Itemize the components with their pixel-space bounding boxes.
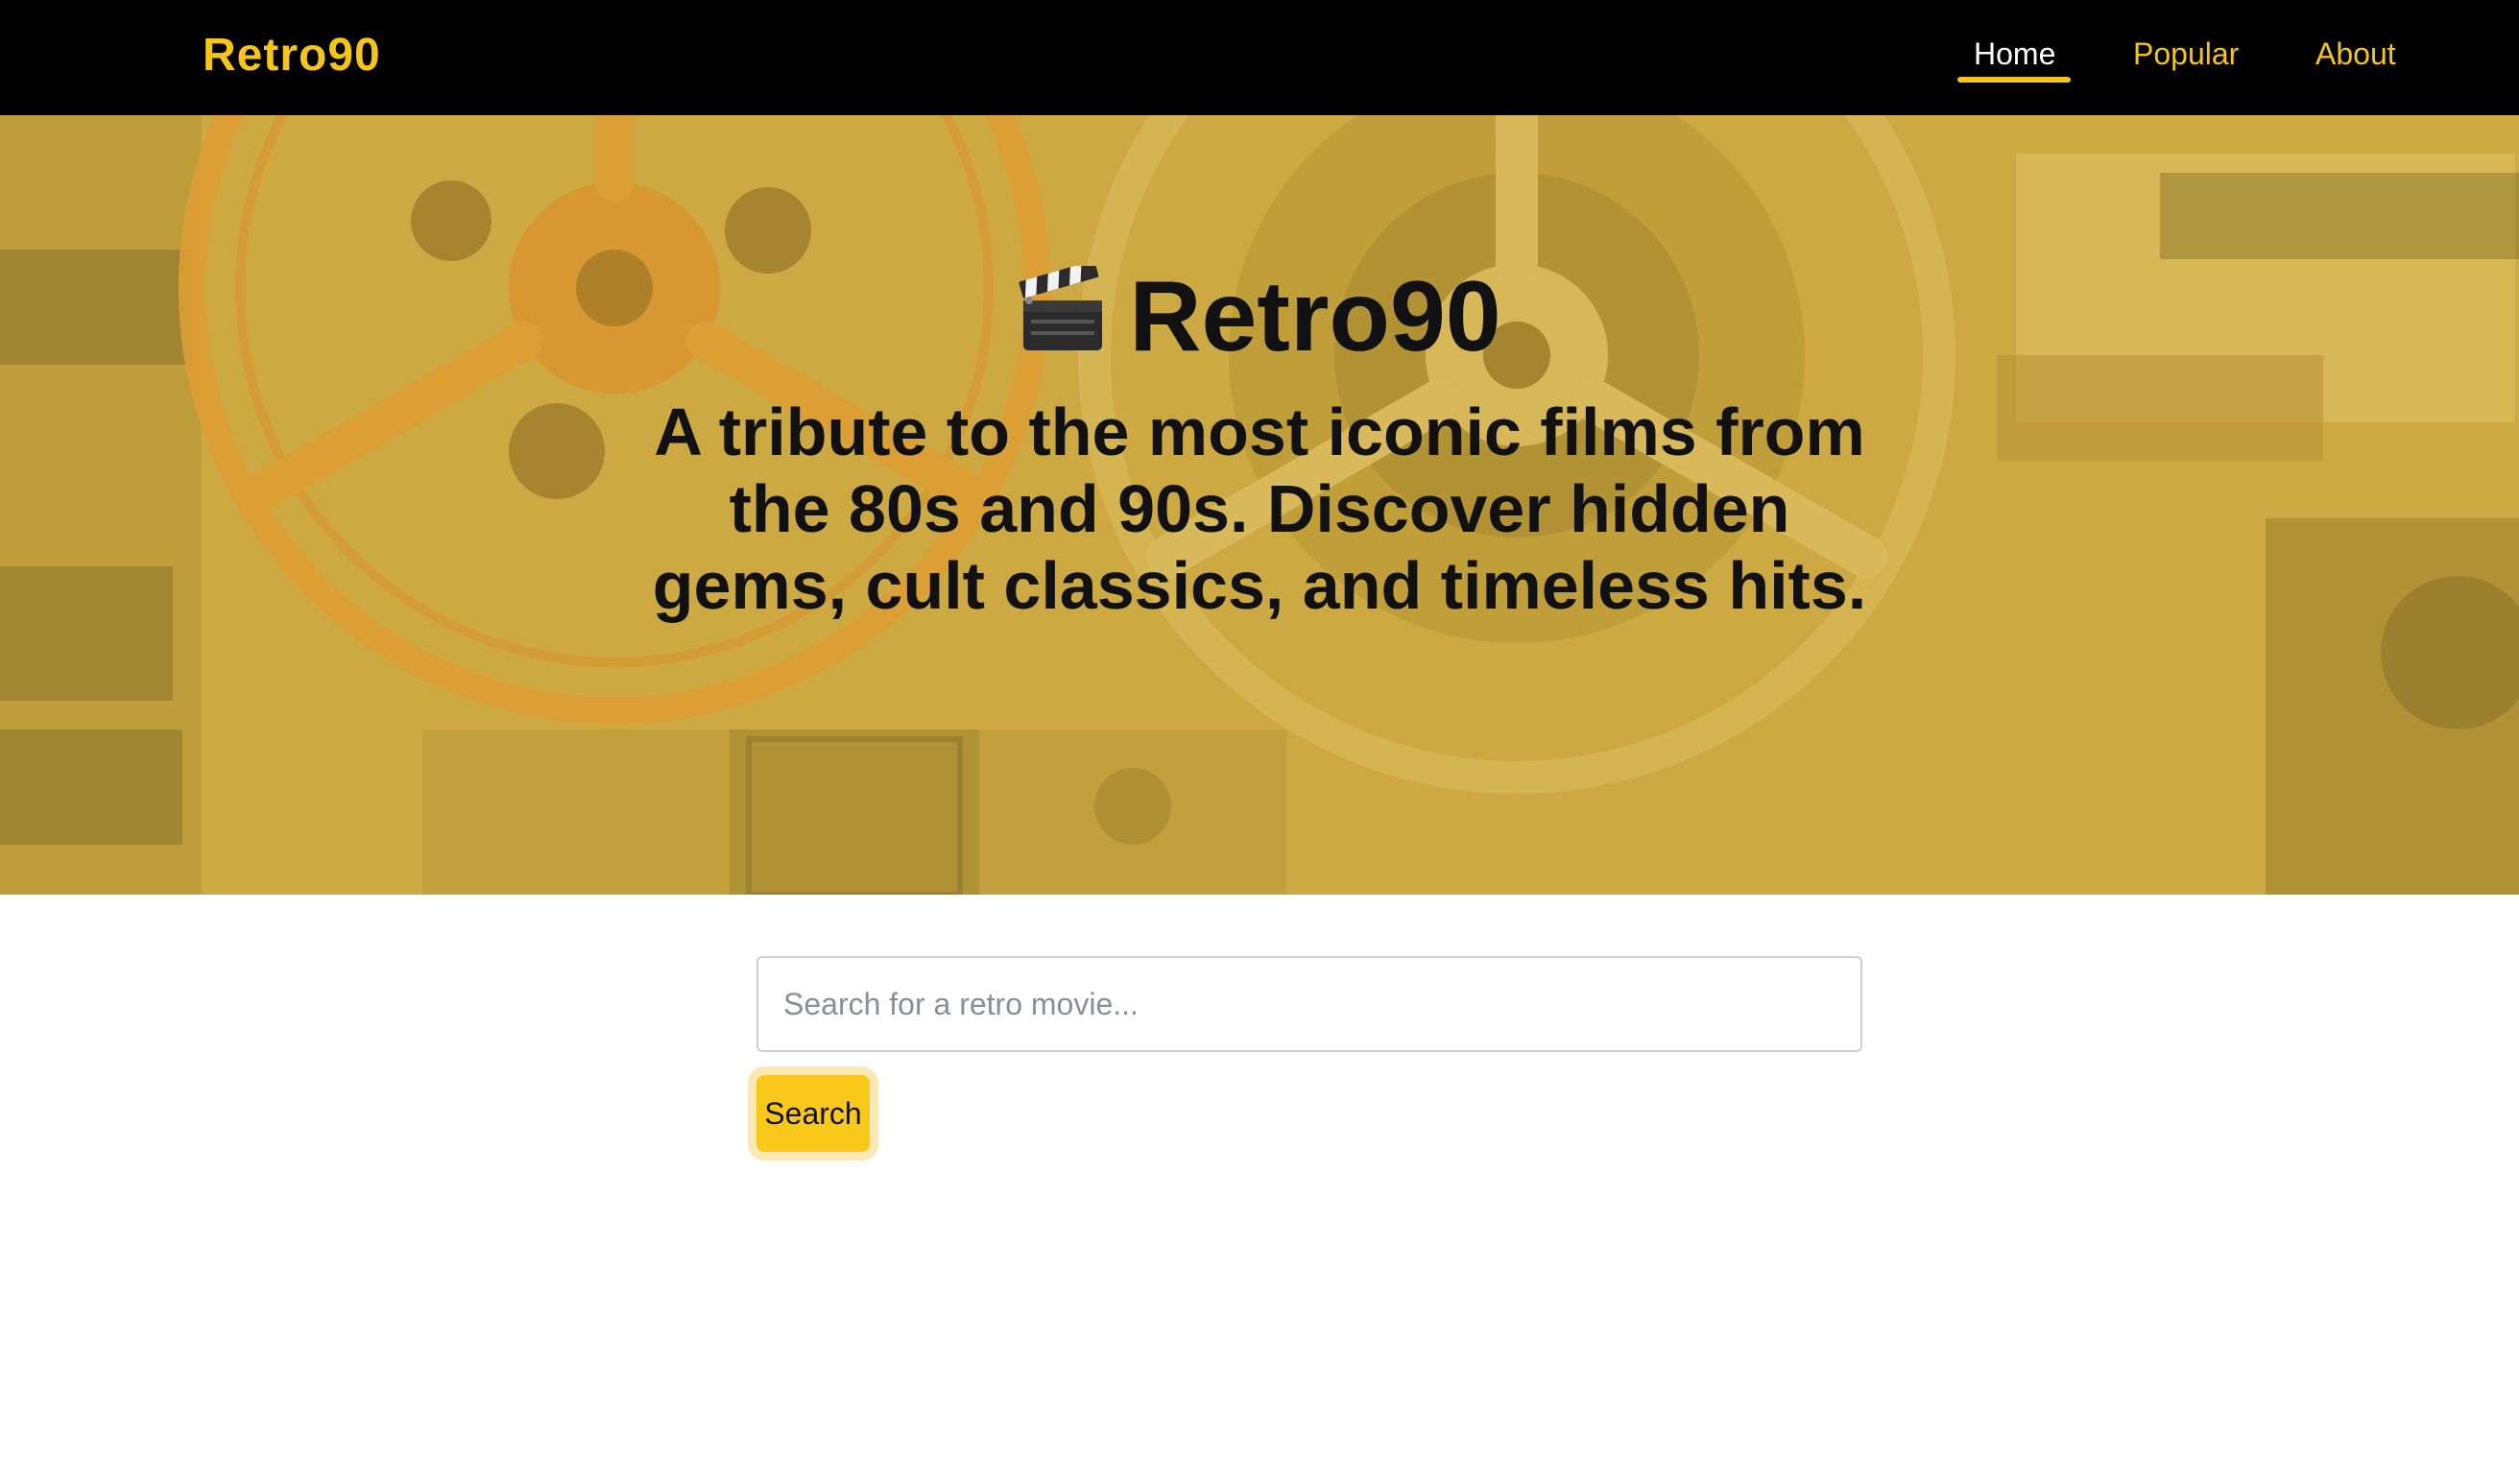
navbar: Retro90 Home Popular About: [0, 0, 2519, 115]
search-button[interactable]: Search: [756, 1075, 870, 1152]
hero-banner: Retro90 A tribute to the most iconic fil…: [0, 115, 2519, 895]
hero-tagline: A tribute to the most iconic films from …: [652, 395, 1867, 623]
hero-title-text: Retro90: [1129, 261, 1501, 372]
clapperboard-icon: [1019, 266, 1103, 350]
nav-link-home[interactable]: Home: [1974, 33, 2055, 75]
nav-link-popular[interactable]: Popular: [2133, 33, 2239, 75]
active-nav-indicator: [1957, 77, 2071, 83]
nav-link-about[interactable]: About: [2315, 33, 2396, 75]
search-input[interactable]: [756, 956, 1862, 1052]
hero-title: Retro90: [0, 259, 2519, 374]
brand-logo[interactable]: Retro90: [203, 27, 381, 84]
